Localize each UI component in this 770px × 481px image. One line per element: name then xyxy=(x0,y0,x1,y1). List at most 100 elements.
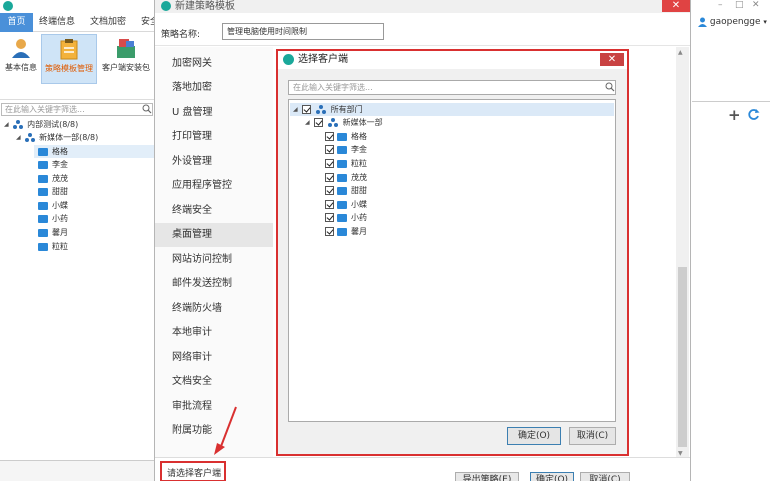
maximize-icon[interactable]: □ xyxy=(735,0,744,10)
group-checkbox[interactable] xyxy=(313,118,323,127)
basic-info-button[interactable]: 基本信息 xyxy=(3,34,39,84)
nav-item-network-audit[interactable]: 网络审计 xyxy=(155,346,273,370)
nav-item-document-security[interactable]: 文档安全 xyxy=(155,370,273,394)
policy-dialog-title: 新建策略模板 xyxy=(175,1,235,12)
client-ok-button[interactable]: 确定(O) xyxy=(507,427,561,445)
tree-root-node[interactable]: ◢ 内部测试(8/8) xyxy=(4,118,78,131)
client-checkbox[interactable] xyxy=(325,213,334,222)
client-cancel-button[interactable]: 取消(C) xyxy=(569,427,616,445)
computer-icon xyxy=(337,145,347,154)
policy-scrollbar[interactable]: ▲ ▼ xyxy=(676,47,689,460)
scroll-thumb[interactable] xyxy=(678,267,687,447)
tree-client-node[interactable]: 小药 xyxy=(38,212,68,225)
app-bottom-bar xyxy=(0,460,165,481)
collapse-arrow-icon[interactable]: ◢ xyxy=(16,131,22,144)
client-checkbox[interactable] xyxy=(325,173,334,182)
nav-item-web-access-control[interactable]: 网站访问控制 xyxy=(155,248,273,272)
tab-doc-encryption[interactable]: 文档加密 xyxy=(86,13,130,32)
export-policy-button[interactable]: 导出策略(E) xyxy=(455,472,519,481)
policy-template-button[interactable]: 策略模板管理 xyxy=(41,34,97,84)
tree-client-node[interactable]: 甜甜 xyxy=(38,185,68,198)
tree-client-node[interactable]: 小药 xyxy=(325,211,367,224)
org-icon xyxy=(12,120,23,129)
computer-icon xyxy=(337,173,347,182)
search-icon[interactable] xyxy=(605,82,615,92)
client-label: 李金 xyxy=(351,145,367,154)
cancel-button[interactable]: 取消(C) xyxy=(580,472,630,481)
nav-item-peripheral-management[interactable]: 外设管理 xyxy=(155,150,273,174)
nav-item-mail-control[interactable]: 邮件发送控制 xyxy=(155,272,273,296)
select-client-button[interactable]: 请选择客户端 xyxy=(160,461,226,481)
collapse-arrow-icon[interactable]: ◢ xyxy=(293,103,299,116)
tree-client-node[interactable]: 粒粒 xyxy=(325,157,367,170)
tree-client-node[interactable]: 甜甜 xyxy=(325,184,367,197)
user-icon xyxy=(698,17,707,27)
computer-icon xyxy=(337,227,347,236)
collapse-arrow-icon[interactable]: ◢ xyxy=(305,116,311,129)
ok-button[interactable]: 确定(O) xyxy=(530,472,574,481)
tree-client-node[interactable]: 粒粒 xyxy=(38,240,68,253)
client-package-button[interactable]: 客户端安装包 xyxy=(99,34,153,84)
nav-item-desktop-management[interactable]: 桌面管理 xyxy=(155,223,273,247)
close-icon[interactable]: ✕ xyxy=(662,0,690,12)
tree-search-input[interactable]: 在此输入关键字筛选... xyxy=(1,103,153,116)
client-checkbox[interactable] xyxy=(325,132,334,141)
nav-item-firewall[interactable]: 终端防火墙 xyxy=(155,297,273,321)
policy-name-input[interactable]: 管理电脑使用时间限制 xyxy=(222,23,384,40)
client-label: 小蝶 xyxy=(52,201,68,210)
client-checkbox[interactable] xyxy=(325,186,334,195)
scroll-up-icon[interactable]: ▲ xyxy=(678,49,683,56)
tree-group-node[interactable]: ◢ 新媒体一部 xyxy=(305,116,383,129)
search-icon[interactable] xyxy=(142,104,152,114)
client-checkbox[interactable] xyxy=(325,145,334,154)
computer-icon xyxy=(38,174,48,183)
tree-client-node[interactable]: 茂茂 xyxy=(38,172,68,185)
tree-client-node[interactable]: 茂茂 xyxy=(325,171,367,184)
nav-item-local-audit[interactable]: 本地审计 xyxy=(155,321,273,345)
refresh-icon[interactable] xyxy=(747,108,760,121)
minimize-icon[interactable]: – xyxy=(718,0,723,10)
user-menu[interactable]: gaopengge ▾ xyxy=(698,15,770,29)
tree-client-node[interactable]: 小蝶 xyxy=(38,199,68,212)
client-label: 甜甜 xyxy=(351,186,367,195)
scroll-down-icon[interactable]: ▼ xyxy=(678,450,683,457)
root-checkbox[interactable] xyxy=(301,105,311,114)
panel-divider xyxy=(692,101,770,102)
client-checkbox[interactable] xyxy=(325,200,334,209)
app-logo-icon xyxy=(3,1,13,11)
tree-client-node[interactable]: 李金 xyxy=(325,143,367,156)
close-icon[interactable]: ✕ xyxy=(600,53,624,66)
collapse-arrow-icon[interactable]: ◢ xyxy=(4,118,10,131)
tree-client-node[interactable]: 李金 xyxy=(38,158,68,171)
nav-item-print-management[interactable]: 打印管理 xyxy=(155,125,273,149)
policy-dialog-footer: 请选择客户端 导出策略(E) 确定(O) 取消(C) xyxy=(155,457,690,481)
clipboard-icon xyxy=(60,39,78,60)
user-panel: – □ ✕ gaopengge ▾ + xyxy=(692,0,770,481)
nav-item-app-control[interactable]: 应用程序管控 xyxy=(155,174,273,198)
nav-item-terminal-security[interactable]: 终端安全 xyxy=(155,199,273,223)
tree-client-node[interactable]: 馨月 xyxy=(325,225,367,238)
menu-tabs: 首页 终端信息 文档加密 安全 xyxy=(0,13,165,32)
tree-client-node[interactable]: 馨月 xyxy=(38,226,68,239)
nav-item-usb-management[interactable]: U 盘管理 xyxy=(155,101,273,125)
add-icon[interactable]: + xyxy=(728,106,741,124)
nav-item-encryption-gateway[interactable]: 加密网关 xyxy=(155,52,273,76)
nav-item-landing-encryption[interactable]: 落地加密 xyxy=(155,76,273,100)
policy-template-label: 策略模板管理 xyxy=(45,64,93,73)
client-checkbox[interactable] xyxy=(325,227,334,236)
tab-home[interactable]: 首页 xyxy=(0,13,33,32)
tree-client-node[interactable]: 小蝶 xyxy=(325,198,367,211)
window-close-icon[interactable]: ✕ xyxy=(752,0,760,10)
client-search-input[interactable]: 在此输入关键字筛选... xyxy=(288,80,616,95)
app-logo-icon xyxy=(161,1,171,11)
tree-group-node[interactable]: ◢ 新媒体一部(8/8) xyxy=(16,131,98,144)
tree-root-node[interactable]: ◢ 所有部门 xyxy=(290,103,614,116)
app-logo-icon xyxy=(283,54,294,65)
computer-icon xyxy=(38,214,48,223)
computer-icon xyxy=(337,132,347,141)
computer-icon xyxy=(38,160,48,169)
client-checkbox[interactable] xyxy=(325,159,334,168)
tree-client-node[interactable]: 格格 xyxy=(325,130,367,143)
tab-terminal-info[interactable]: 终端信息 xyxy=(35,13,79,32)
tree-client-node[interactable]: 格格 xyxy=(34,145,154,158)
